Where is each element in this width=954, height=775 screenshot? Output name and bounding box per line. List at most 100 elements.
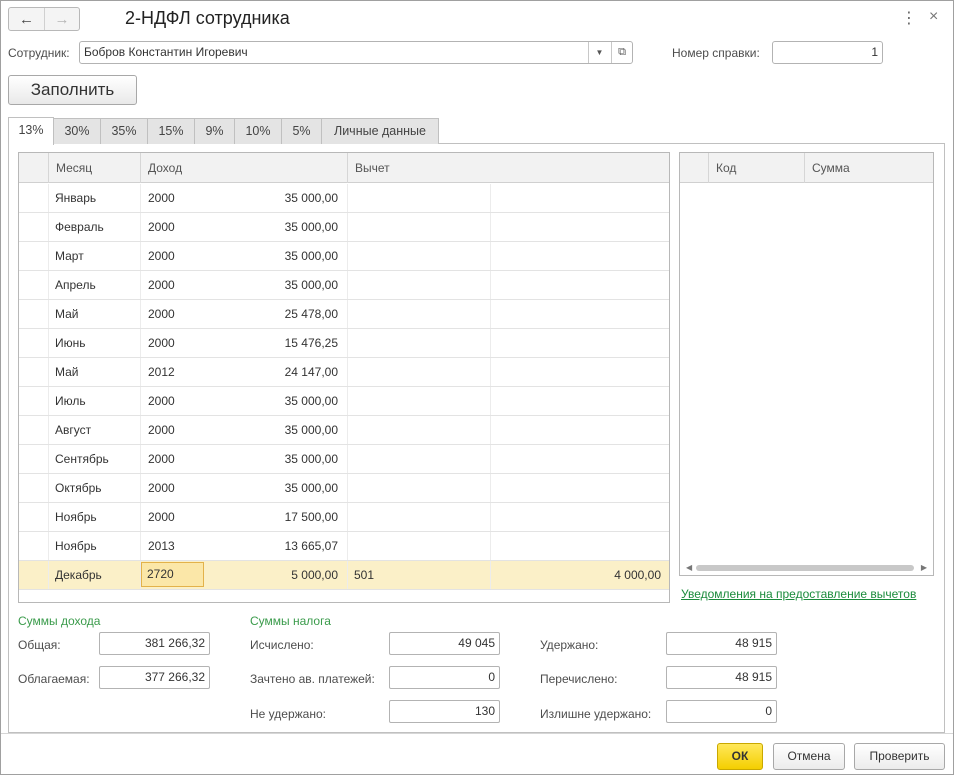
- income-amount-cell[interactable]: 35 000,00: [209, 184, 338, 212]
- month-cell[interactable]: Сентябрь: [55, 445, 140, 473]
- income-code-cell[interactable]: 2000: [148, 503, 208, 531]
- income-code-input[interactable]: 2720: [141, 562, 204, 587]
- tab-35[interactable]: 35%: [101, 118, 148, 144]
- deduction-code-cell[interactable]: 501: [354, 561, 484, 589]
- deduction-code-cell[interactable]: [354, 242, 484, 270]
- deduction-code-cell[interactable]: [354, 503, 484, 531]
- income-amount-cell[interactable]: 35 000,00: [209, 213, 338, 241]
- income-amount-cell[interactable]: 24 147,00: [209, 358, 338, 386]
- cancel-button[interactable]: Отмена: [773, 743, 845, 770]
- table-row[interactable]: Ноябрь 2000 17 500,00: [19, 503, 669, 532]
- deduction-amount-cell[interactable]: [494, 300, 661, 328]
- income-code-cell[interactable]: 2000: [148, 445, 208, 473]
- table-row[interactable]: Февраль 2000 35 000,00: [19, 213, 669, 242]
- table-row[interactable]: Октябрь 2000 35 000,00: [19, 474, 669, 503]
- deduction-amount-cell[interactable]: [494, 387, 661, 415]
- deduction-amount-cell[interactable]: [494, 242, 661, 270]
- income-code-cell[interactable]: 2000: [148, 242, 208, 270]
- deduction-amount-cell[interactable]: [494, 532, 661, 560]
- deduction-code-cell[interactable]: [354, 387, 484, 415]
- table-row[interactable]: Июнь 2000 15 476,25: [19, 329, 669, 358]
- income-amount-cell[interactable]: 35 000,00: [209, 271, 338, 299]
- table-row[interactable]: Апрель 2000 35 000,00: [19, 271, 669, 300]
- scrollbar-thumb[interactable]: [696, 565, 914, 571]
- deduction-code-cell[interactable]: [354, 358, 484, 386]
- transferred-field[interactable]: 48 915: [666, 666, 777, 689]
- deduction-amount-cell[interactable]: 4 000,00: [494, 561, 661, 589]
- tab-5[interactable]: 5%: [282, 118, 322, 144]
- month-cell[interactable]: Июль: [55, 387, 140, 415]
- income-amount-cell[interactable]: 25 478,00: [209, 300, 338, 328]
- deduction-code-cell[interactable]: [354, 184, 484, 212]
- month-cell[interactable]: Апрель: [55, 271, 140, 299]
- check-button[interactable]: Проверить: [854, 743, 945, 770]
- certificate-number-field[interactable]: 1: [772, 41, 883, 64]
- not-withheld-field[interactable]: 130: [389, 700, 500, 723]
- calculated-field[interactable]: 49 045: [389, 632, 500, 655]
- income-amount-cell[interactable]: 5 000,00: [209, 561, 338, 589]
- income-code-cell[interactable]: 2012: [148, 358, 208, 386]
- income-amount-cell[interactable]: 35 000,00: [209, 474, 338, 502]
- deduction-code-cell[interactable]: [354, 474, 484, 502]
- income-amount-cell[interactable]: 35 000,00: [209, 416, 338, 444]
- column-header-code[interactable]: Код: [708, 153, 804, 183]
- fill-button[interactable]: Заполнить: [8, 75, 137, 105]
- tab-30[interactable]: 30%: [54, 118, 101, 144]
- income-code-cell[interactable]: 2000: [148, 300, 208, 328]
- table-row[interactable]: Ноябрь 2013 13 665,07: [19, 532, 669, 561]
- taxable-income-field[interactable]: 377 266,32: [99, 666, 210, 689]
- horizontal-scrollbar[interactable]: ◀ ▶: [686, 563, 927, 573]
- tab-15[interactable]: 15%: [148, 118, 195, 144]
- column-header-sum[interactable]: Сумма: [804, 153, 933, 183]
- month-cell[interactable]: Октябрь: [55, 474, 140, 502]
- month-cell[interactable]: Март: [55, 242, 140, 270]
- back-arrow-icon[interactable]: ←: [9, 8, 44, 30]
- income-code-cell[interactable]: 2000: [148, 184, 208, 212]
- deduction-amount-cell[interactable]: [494, 358, 661, 386]
- table-row[interactable]: Май 2012 24 147,00: [19, 358, 669, 387]
- deduction-code-cell[interactable]: [354, 271, 484, 299]
- deduction-amount-cell[interactable]: [494, 416, 661, 444]
- ok-button[interactable]: ОК: [717, 743, 763, 770]
- deduction-code-cell[interactable]: [354, 532, 484, 560]
- tab-10[interactable]: 10%: [235, 118, 282, 144]
- month-cell[interactable]: Август: [55, 416, 140, 444]
- deduction-code-cell[interactable]: [354, 329, 484, 357]
- month-cell[interactable]: Май: [55, 300, 140, 328]
- deduction-amount-cell[interactable]: [494, 474, 661, 502]
- employee-field[interactable]: Бобров Константин Игоревич: [79, 41, 633, 64]
- deduction-amount-cell[interactable]: [494, 445, 661, 473]
- withheld-field[interactable]: 48 915: [666, 632, 777, 655]
- table-row[interactable]: Май 2000 25 478,00: [19, 300, 669, 329]
- income-amount-cell[interactable]: 35 000,00: [209, 242, 338, 270]
- chevron-down-icon[interactable]: ▼: [588, 42, 610, 63]
- table-row[interactable]: Август 2000 35 000,00: [19, 416, 669, 445]
- deduction-code-cell[interactable]: [354, 416, 484, 444]
- table-row[interactable]: Март 2000 35 000,00: [19, 242, 669, 271]
- income-amount-cell[interactable]: 35 000,00: [209, 445, 338, 473]
- tab-13[interactable]: 13%: [8, 117, 54, 145]
- income-code-cell[interactable]: 2000: [148, 329, 208, 357]
- table-row[interactable]: Июль 2000 35 000,00: [19, 387, 669, 416]
- income-code-cell[interactable]: 2000: [148, 213, 208, 241]
- income-code-cell[interactable]: 2013: [148, 532, 208, 560]
- tab-9[interactable]: 9%: [195, 118, 235, 144]
- income-code-cell[interactable]: 2000: [148, 474, 208, 502]
- month-cell[interactable]: Ноябрь: [55, 532, 140, 560]
- open-form-icon[interactable]: ⧉: [611, 42, 632, 63]
- income-code-cell[interactable]: 2000: [148, 271, 208, 299]
- deduction-amount-cell[interactable]: [494, 271, 661, 299]
- deduction-amount-cell[interactable]: [494, 329, 661, 357]
- month-cell[interactable]: Декабрь: [55, 561, 140, 589]
- income-amount-cell[interactable]: 13 665,07: [209, 532, 338, 560]
- table-row[interactable]: Декабрь 2720 5 000,00 501 4 000,00: [19, 561, 669, 590]
- total-income-field[interactable]: 381 266,32: [99, 632, 210, 655]
- more-menu-icon[interactable]: ⋮: [901, 8, 917, 28]
- income-amount-cell[interactable]: 17 500,00: [209, 503, 338, 531]
- deduction-code-cell[interactable]: [354, 300, 484, 328]
- month-cell[interactable]: Ноябрь: [55, 503, 140, 531]
- column-header-income[interactable]: Доход: [140, 153, 347, 183]
- month-cell[interactable]: Февраль: [55, 213, 140, 241]
- advance-payments-field[interactable]: 0: [389, 666, 500, 689]
- deduction-amount-cell[interactable]: [494, 184, 661, 212]
